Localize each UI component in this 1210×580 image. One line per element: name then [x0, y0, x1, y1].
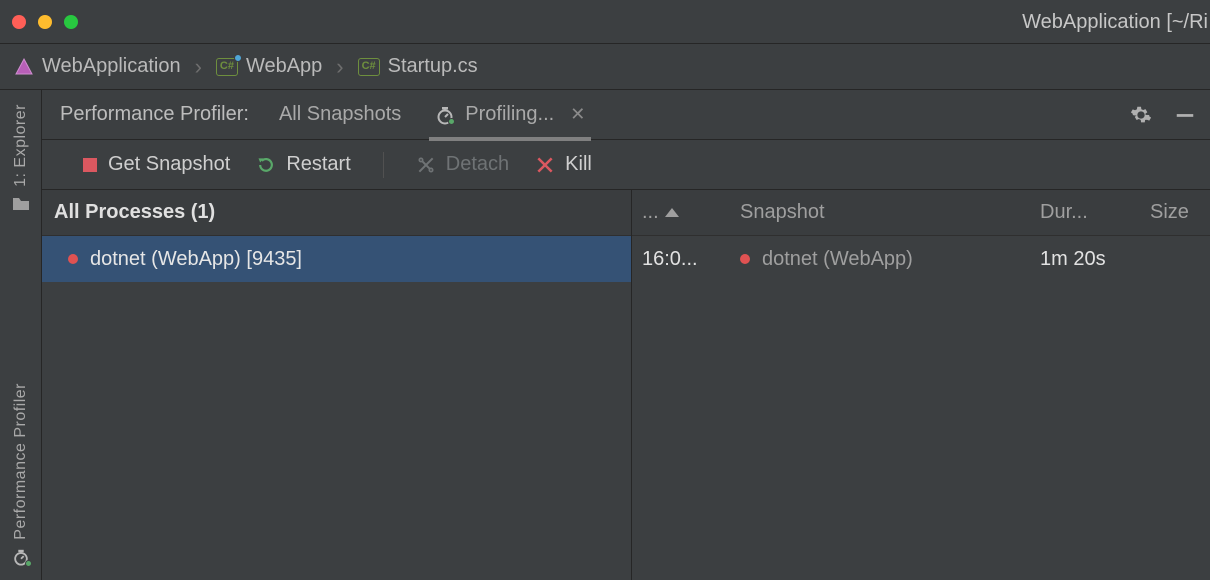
restart-label: Restart — [286, 153, 350, 176]
tab-all-snapshots-label: All Snapshots — [279, 103, 401, 126]
window-title: WebApplication [~/Ri — [1022, 0, 1210, 44]
close-window-icon[interactable] — [12, 15, 26, 29]
stopwatch-icon — [11, 548, 31, 566]
breadcrumb-file-label: Startup.cs — [388, 55, 478, 78]
snapshot-row[interactable]: 16:0... dotnet (WebApp) 1m 20s — [632, 236, 1210, 282]
column-snapshot[interactable]: Snapshot — [730, 201, 1030, 224]
restart-button[interactable]: Restart — [256, 153, 350, 176]
process-list-header[interactable]: All Processes (1) — [42, 190, 631, 236]
minimize-window-icon[interactable] — [38, 15, 52, 29]
get-snapshot-label: Get Snapshot — [108, 153, 230, 176]
restart-icon — [256, 155, 276, 175]
snapshot-name: dotnet (WebApp) — [762, 248, 913, 271]
close-icon[interactable]: ✕ — [564, 104, 585, 125]
column-time[interactable]: ... — [632, 201, 730, 224]
column-duration[interactable]: Dur... — [1030, 201, 1140, 224]
stopwatch-icon — [435, 105, 455, 125]
record-icon — [82, 157, 98, 173]
process-row[interactable]: dotnet (WebApp) [9435] — [42, 236, 631, 282]
chevron-right-icon: › — [332, 54, 347, 80]
explorer-tool-label: 1: Explorer — [12, 104, 30, 187]
detach-button[interactable]: Detach — [416, 153, 509, 176]
profiler-toolbar: Get Snapshot Restart — [42, 140, 1210, 190]
profiler-tool-button[interactable]: Performance Profiler — [11, 266, 31, 580]
kill-button[interactable]: Kill — [535, 153, 592, 176]
tab-profiling[interactable]: Profiling... ✕ — [431, 90, 589, 140]
window-title-text: WebApplication [~/Ri — [1022, 11, 1208, 34]
breadcrumb-module[interactable]: C# WebApp — [216, 55, 322, 78]
recording-status-icon — [740, 254, 750, 264]
column-duration-label: Dur... — [1040, 201, 1088, 223]
process-list: All Processes (1) dotnet (WebApp) [9435] — [42, 190, 632, 580]
tab-profiling-label: Profiling... — [465, 103, 554, 126]
breadcrumb-project[interactable]: WebApplication — [14, 55, 181, 78]
profiler-tabs: Performance Profiler: All Snapshots Prof… — [42, 90, 1210, 140]
breadcrumb-file[interactable]: C# Startup.cs — [358, 55, 478, 78]
process-list-header-label: All Processes (1) — [54, 201, 215, 224]
column-snapshot-label: Snapshot — [740, 201, 825, 223]
profiler-title: Performance Profiler: — [60, 103, 249, 126]
breadcrumb-project-label: WebApplication — [42, 55, 181, 78]
titlebar: WebApplication [~/Ri — [0, 0, 1210, 44]
snapshot-duration: 1m 20s — [1040, 248, 1106, 270]
detach-label: Detach — [446, 153, 509, 176]
column-size-label: Size — [1150, 201, 1189, 223]
csharp-file-icon: C# — [358, 58, 380, 76]
window-controls — [12, 15, 78, 29]
toolbar-separator — [383, 152, 384, 178]
tool-window-stripe: 1: Explorer Performance Profiler — [0, 90, 42, 580]
breadcrumb-module-label: WebApp — [246, 55, 322, 78]
module-icon: C# — [216, 58, 238, 76]
kill-label: Kill — [565, 153, 592, 176]
recording-status-icon — [68, 254, 78, 264]
snapshot-table: ... Snapshot Dur... Size 16:0... — [632, 190, 1210, 580]
project-icon — [14, 57, 34, 77]
folder-icon — [11, 195, 31, 213]
get-snapshot-button[interactable]: Get Snapshot — [82, 153, 230, 176]
zoom-window-icon[interactable] — [64, 15, 78, 29]
process-row-label: dotnet (WebApp) [9435] — [90, 248, 302, 271]
profiler-panel: Performance Profiler: All Snapshots Prof… — [42, 90, 1210, 580]
kill-icon — [535, 155, 555, 175]
column-time-label: ... — [642, 201, 659, 224]
snapshot-table-header: ... Snapshot Dur... Size — [632, 190, 1210, 236]
profiler-tool-label: Performance Profiler — [12, 383, 30, 540]
hide-panel-icon[interactable] — [1174, 104, 1196, 126]
snapshot-time: 16:0... — [642, 248, 698, 271]
breadcrumb: WebApplication › C# WebApp › C# Startup.… — [0, 44, 1210, 90]
column-size[interactable]: Size — [1140, 201, 1210, 224]
chevron-right-icon: › — [191, 54, 206, 80]
detach-icon — [416, 155, 436, 175]
sort-ascending-icon — [665, 208, 679, 217]
tab-all-snapshots[interactable]: All Snapshots — [275, 90, 405, 140]
explorer-tool-button[interactable]: 1: Explorer — [11, 96, 31, 266]
gear-icon[interactable] — [1130, 104, 1152, 126]
